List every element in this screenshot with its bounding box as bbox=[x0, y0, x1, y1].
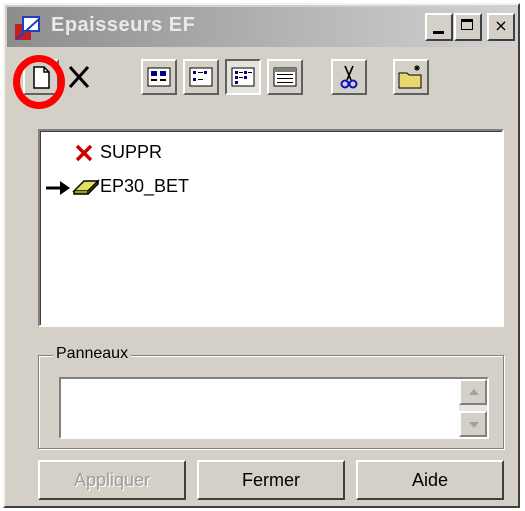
arrow-down-icon bbox=[469, 422, 479, 428]
panneaux-field[interactable] bbox=[59, 377, 489, 439]
new-button[interactable] bbox=[23, 59, 59, 95]
current-arrow-icon bbox=[46, 181, 70, 195]
delete-icon bbox=[68, 65, 90, 89]
maximize-button[interactable] bbox=[454, 13, 482, 41]
app-icon bbox=[15, 16, 40, 40]
close-window-button[interactable]: × bbox=[487, 13, 515, 41]
list-item[interactable]: SUPPR bbox=[40, 139, 500, 167]
eraser-icon bbox=[72, 179, 100, 195]
delete-button[interactable] bbox=[61, 59, 97, 95]
list-item[interactable]: EP30_BET bbox=[40, 173, 500, 201]
panneaux-title: Panneaux bbox=[53, 345, 132, 363]
view-small-icons-icon bbox=[189, 67, 213, 87]
title-bar[interactable]: Epaisseurs EF × bbox=[7, 7, 516, 47]
cut-icon bbox=[340, 65, 358, 89]
help-button[interactable]: Aide bbox=[356, 460, 504, 500]
view-large-icons-icon bbox=[147, 67, 171, 87]
apply-button[interactable]: Appliquer bbox=[38, 460, 186, 500]
new-document-icon bbox=[33, 66, 50, 89]
window-title: Epaisseurs EF bbox=[51, 14, 196, 36]
panneaux-scrollbar[interactable] bbox=[459, 379, 487, 437]
close-button[interactable]: Fermer bbox=[197, 460, 345, 500]
minimize-button[interactable] bbox=[425, 13, 453, 41]
toolbar bbox=[7, 49, 516, 111]
scroll-down-button[interactable] bbox=[459, 411, 487, 437]
view-list-button[interactable] bbox=[225, 59, 261, 95]
folder-new-icon bbox=[398, 65, 422, 89]
dialog-window: Epaisseurs EF × SUPPR EP30_BET Panneaux … bbox=[3, 3, 520, 508]
view-large-icons-button[interactable] bbox=[141, 59, 177, 95]
view-details-button[interactable] bbox=[267, 59, 303, 95]
view-details-icon bbox=[273, 67, 297, 87]
view-list-icon bbox=[231, 67, 255, 87]
scroll-up-button[interactable] bbox=[459, 379, 487, 405]
list-item-label: EP30_BET bbox=[100, 176, 190, 196]
arrow-up-icon bbox=[469, 389, 479, 395]
view-small-icons-button[interactable] bbox=[183, 59, 219, 95]
cut-button[interactable] bbox=[331, 59, 367, 95]
new-folder-button[interactable] bbox=[393, 59, 429, 95]
thickness-list[interactable]: SUPPR EP30_BET bbox=[38, 129, 504, 327]
red-x-icon bbox=[75, 144, 93, 162]
list-item-label: SUPPR bbox=[100, 142, 163, 162]
